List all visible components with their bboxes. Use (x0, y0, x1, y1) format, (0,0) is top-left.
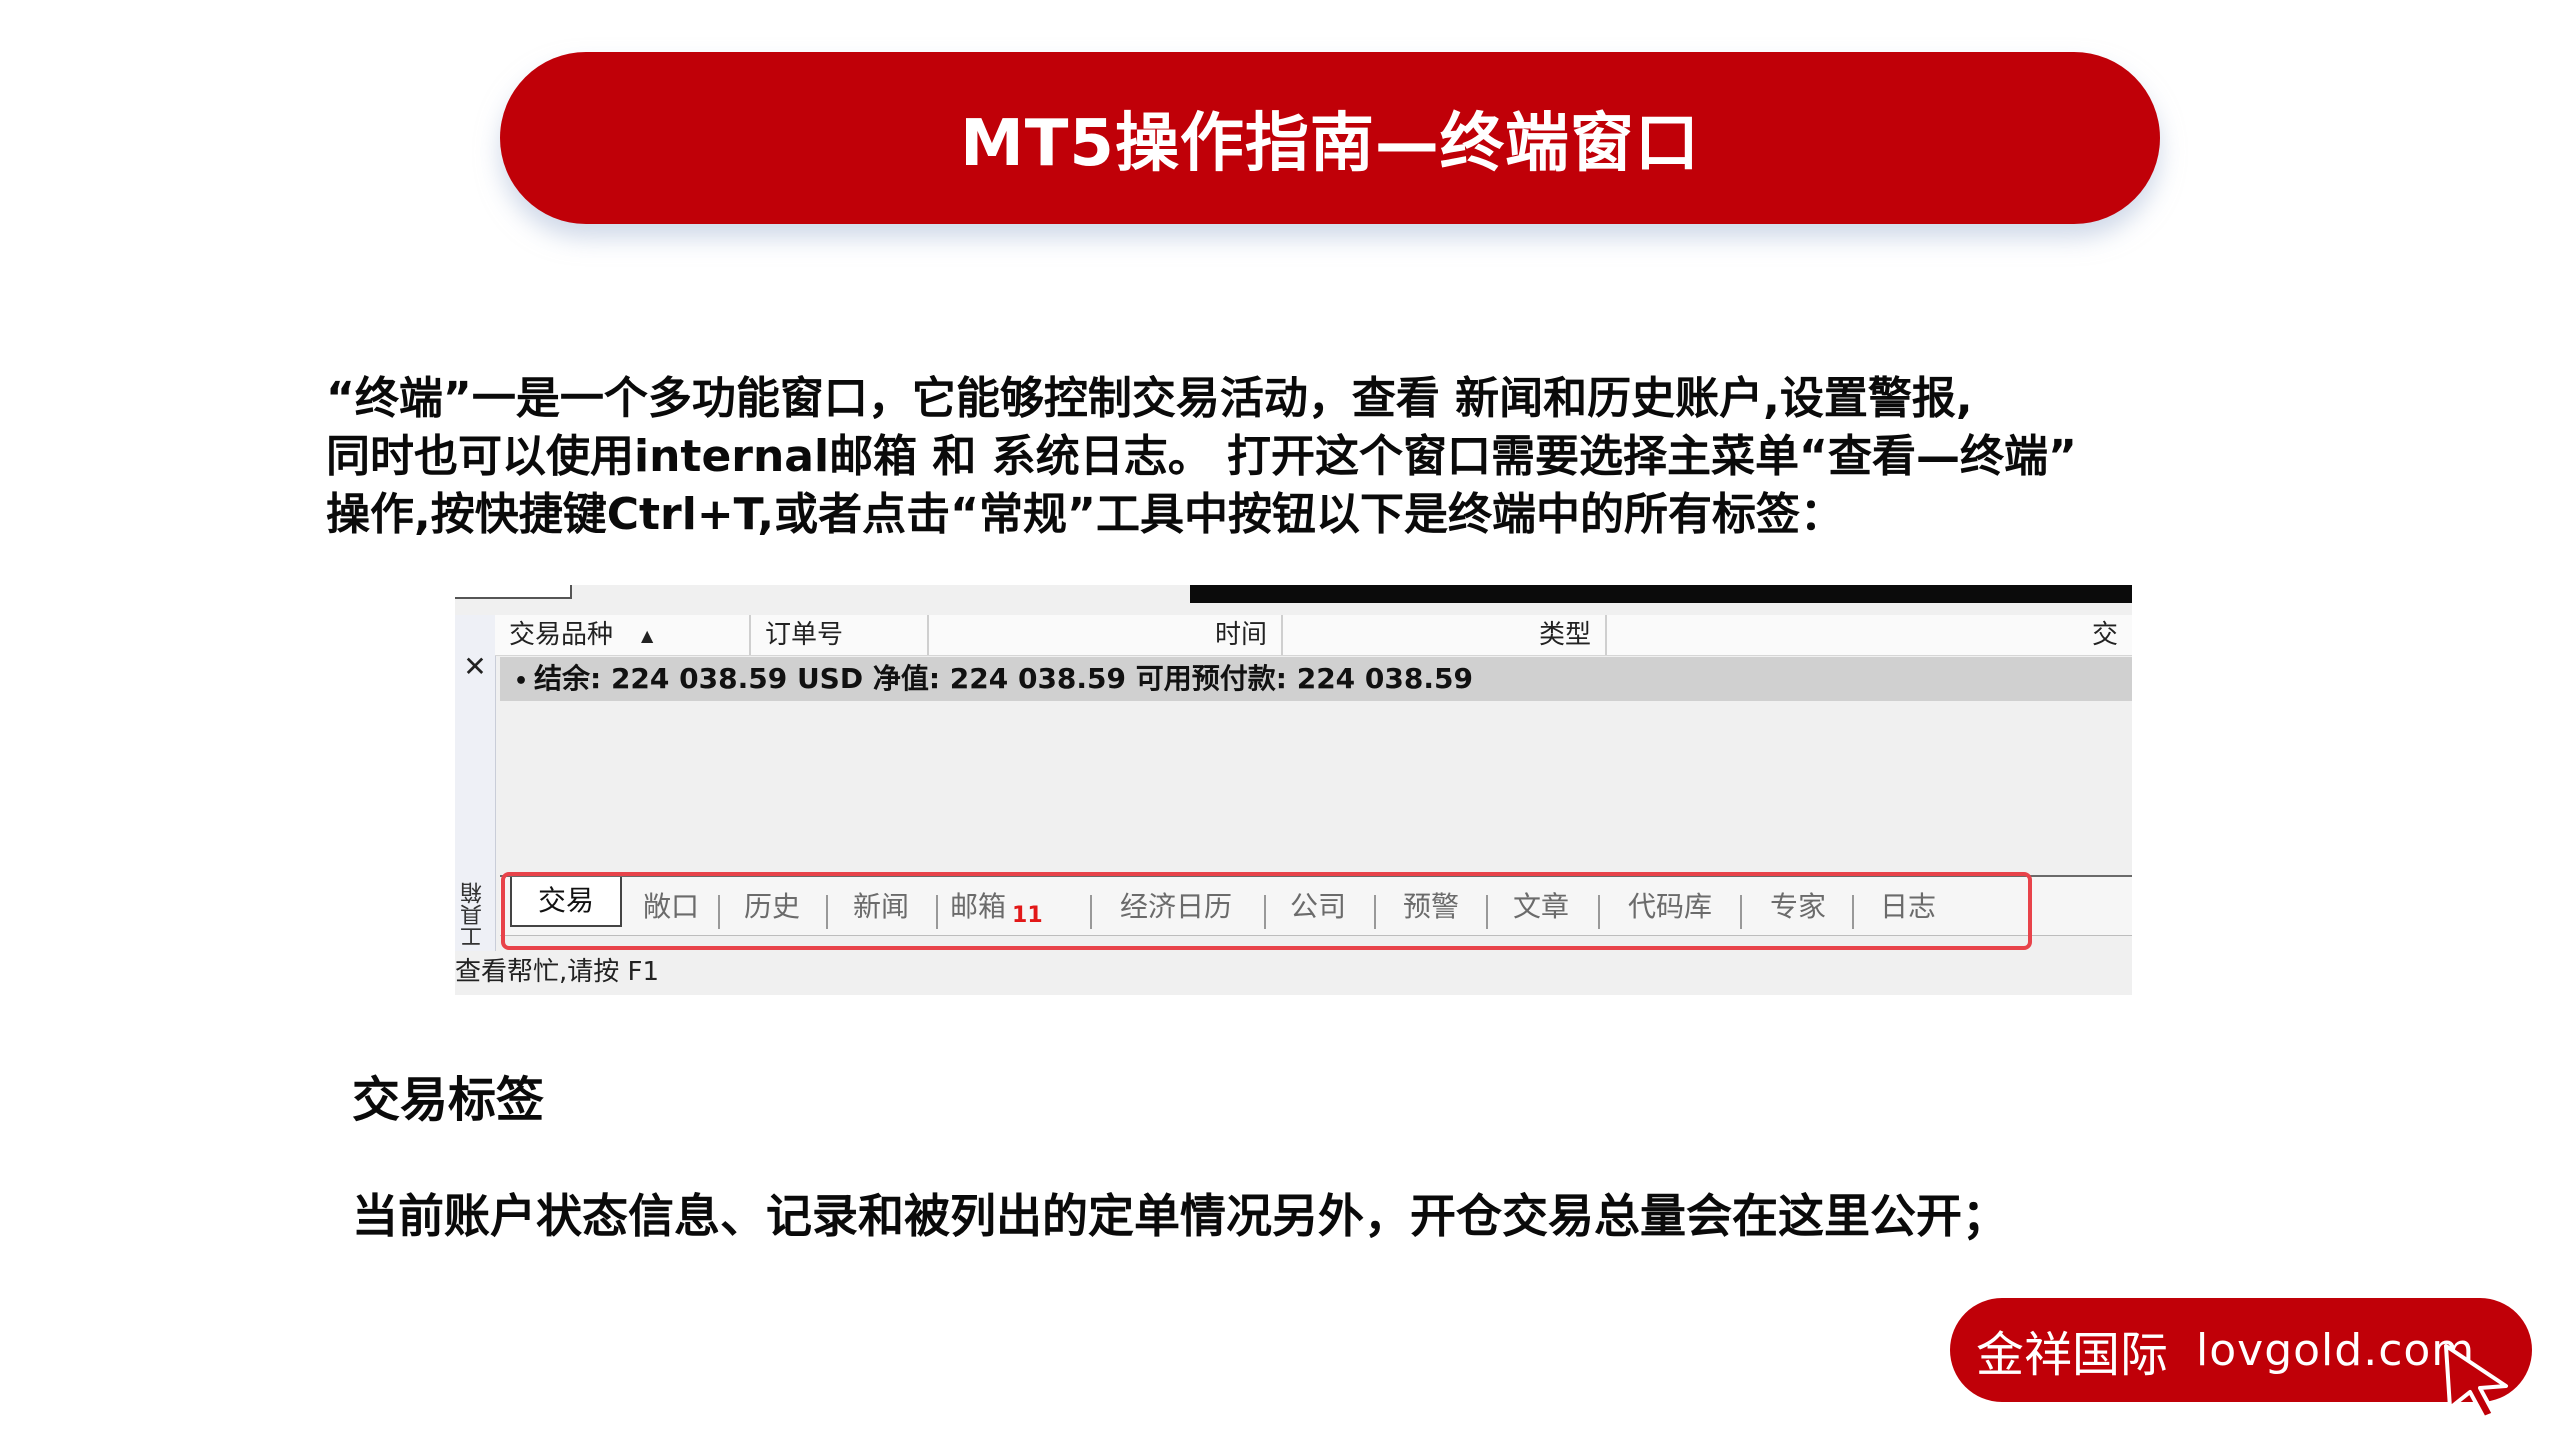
toolbox-sidebar: ✕ 工具箱 (455, 615, 496, 965)
tab-separator (1740, 895, 1742, 929)
tab-label: 交易 (537, 884, 594, 917)
terminal-window: ✕ 工具箱 交易品种 ▲ 订单号 时间 类型 交 • 结余: 224 038.59 … (455, 585, 2132, 995)
tab-articles[interactable]: 文章 (1500, 887, 1582, 927)
tab-label: 历史 (743, 890, 800, 923)
tab-news[interactable]: 新闻 (840, 887, 922, 927)
balance-text: 结余: 224 038.59 USD 净值: 224 038.59 可用预付款:… (534, 662, 1473, 695)
tab-separator (1090, 895, 1092, 929)
chart-area-strip (1190, 585, 2132, 603)
column-label: 交 (2091, 620, 2118, 650)
table-header: 交易品种 ▲ 订单号 时间 类型 交 (495, 615, 2132, 656)
tab-separator (1486, 895, 1488, 929)
tab-label: 专家 (1769, 890, 1826, 923)
tab-separator (1264, 895, 1266, 929)
tab-journal[interactable]: 日志 (1866, 887, 1950, 927)
tab-company[interactable]: 公司 (1278, 887, 1358, 927)
window-edge (572, 585, 1190, 603)
tab-label: 文章 (1512, 890, 1569, 923)
column-label: 交易品种 (509, 620, 614, 650)
status-bar: 查看帮忙,请按 F1 (455, 951, 2132, 995)
tab-exposure[interactable]: 敞口 (636, 887, 706, 927)
mail-count-badge: 11 (1012, 903, 1043, 928)
tab-label: 经济日历 (1119, 890, 1232, 923)
tab-code-base[interactable]: 代码库 (1610, 887, 1730, 927)
close-icon[interactable]: ✕ (459, 651, 491, 683)
page-title: MT5操作指南—终端窗口 (960, 107, 1700, 181)
tab-history[interactable]: 历史 (732, 887, 812, 927)
toolbox-label: 工具箱 (461, 882, 486, 948)
column-label: 类型 (1538, 620, 1591, 650)
sort-ascending-icon: ▲ (641, 625, 654, 645)
tab-separator (826, 895, 828, 929)
title-banner: MT5操作指南—终端窗口 (500, 52, 2160, 224)
bullet-icon: • (514, 669, 529, 694)
tab-economic-calendar[interactable]: 经济日历 (1104, 887, 1248, 927)
terminal-tab-bar: 交易 敞口 历史 新闻 邮箱 11 经济日历 公司 预警 文章 代码库 专家 日志 (500, 875, 2132, 936)
section-heading: 交易标签 (352, 1072, 545, 1128)
column-label: 时间 (1214, 620, 1267, 650)
tab-separator (1852, 895, 1854, 929)
brand-name: 金祥国际 (1976, 1327, 2169, 1383)
tab-label: 公司 (1289, 890, 1346, 923)
tab-label: 邮箱 (950, 890, 1007, 923)
tab-trade[interactable]: 交易 (510, 877, 622, 927)
tab-separator (718, 895, 720, 929)
cursor-pointer-icon (2444, 1344, 2508, 1420)
tab-separator (1374, 895, 1376, 929)
tab-label: 新闻 (852, 890, 909, 923)
tab-label: 预警 (1402, 890, 1459, 923)
window-edge (455, 585, 572, 599)
section-description: 当前账户状态信息、记录和被列出的定单情况另外，开仓交易总量会在这里公开； (352, 1189, 2008, 1243)
column-label: 订单号 (765, 620, 844, 650)
column-volume[interactable]: 交 (1607, 615, 2132, 655)
tab-separator (936, 895, 938, 929)
tab-label: 敞口 (642, 890, 699, 923)
brand-url[interactable]: lovgold.com (2196, 1325, 2475, 1376)
column-symbol[interactable]: 交易品种 ▲ (495, 615, 751, 655)
intro-line: 操作,按快捷键Ctrl+T,或者点击“常规”工具中按钮以下是终端中的所有标签： (326, 489, 1844, 540)
intro-line: “终端”一是一个多功能窗口，它能够控制交易活动，查看 新闻和历史账户,设置警报, (326, 373, 1973, 424)
table-body (500, 701, 2132, 897)
column-type[interactable]: 类型 (1283, 615, 1607, 655)
tab-label: 日志 (1879, 890, 1936, 923)
intro-line: 同时也可以使用internal邮箱 和 系统日志。 打开这个窗口需要选择主菜单“… (326, 431, 2077, 482)
tab-alerts[interactable]: 预警 (1388, 887, 1474, 927)
tab-label: 代码库 (1627, 890, 1712, 923)
tab-experts[interactable]: 专家 (1754, 887, 1842, 927)
column-order[interactable]: 订单号 (751, 615, 929, 655)
column-time[interactable]: 时间 (929, 615, 1283, 655)
tab-mailbox[interactable]: 邮箱 11 (950, 887, 1070, 928)
tab-separator (1598, 895, 1600, 929)
intro-paragraph: “终端”一是一个多功能窗口，它能够控制交易活动，查看 新闻和历史账户,设置警报,… (326, 370, 2206, 544)
balance-row[interactable]: • 结余: 224 038.59 USD 净值: 224 038.59 可用预付款… (500, 657, 2132, 701)
